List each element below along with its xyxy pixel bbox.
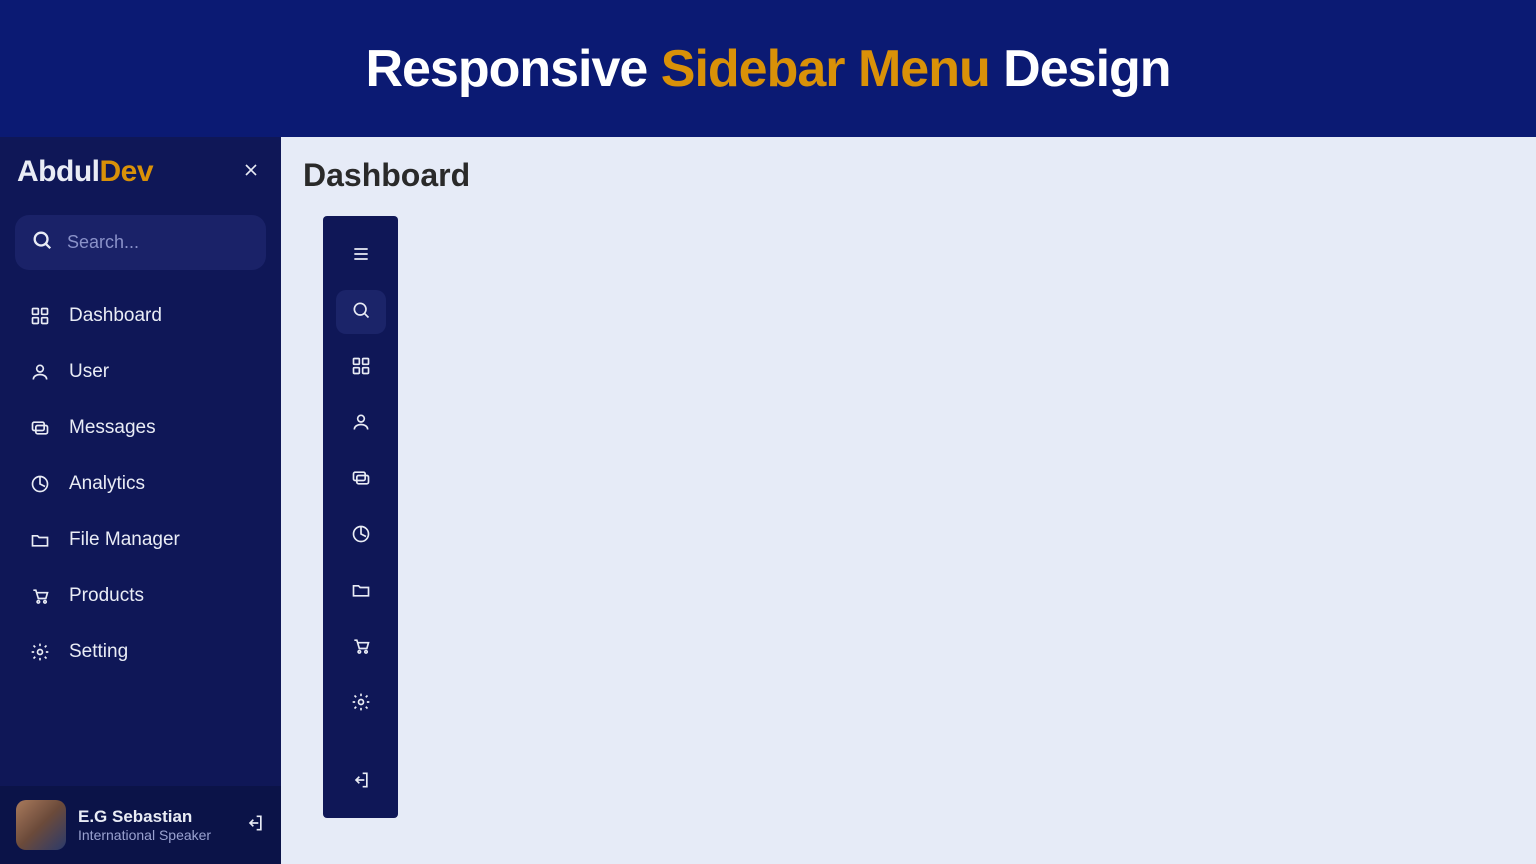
mini-item-analytics[interactable] — [336, 514, 386, 558]
banner-title-post: Design — [990, 40, 1171, 98]
messages-icon — [351, 468, 371, 493]
dashboard-icon — [29, 305, 51, 327]
content-area: Dashboard — [281, 137, 1536, 864]
logo: AbdulDev — [17, 155, 153, 189]
dashboard-icon — [351, 356, 371, 381]
analytics-icon — [351, 524, 371, 549]
sidebar-item-file-manager[interactable]: File Manager — [15, 512, 266, 568]
mini-item-products[interactable] — [336, 626, 386, 670]
sidebar-item-label: Analytics — [69, 473, 145, 495]
banner-title: Responsive Sidebar Menu Design — [365, 39, 1170, 99]
sidebar-item-products[interactable]: Products — [15, 568, 266, 624]
user-icon — [351, 412, 371, 437]
mini-logout-button[interactable] — [336, 760, 386, 804]
user-name: E.G Sebastian — [78, 807, 233, 827]
sidebar-item-user[interactable]: User — [15, 344, 266, 400]
sidebar-item-label: User — [69, 361, 109, 383]
user-icon — [29, 361, 51, 383]
mini-item-file-manager[interactable] — [336, 570, 386, 614]
gear-icon — [29, 641, 51, 663]
sidebar-item-label: File Manager — [69, 529, 180, 551]
hamburger-icon — [351, 244, 371, 269]
folder-icon — [351, 580, 371, 605]
mini-item-messages[interactable] — [336, 458, 386, 502]
sidebar-item-label: Messages — [69, 417, 156, 439]
logo-part-2: Dev — [99, 155, 153, 188]
search-container[interactable] — [15, 215, 266, 270]
mini-item-user[interactable] — [336, 402, 386, 446]
page-title: Dashboard — [303, 157, 1514, 194]
avatar — [16, 800, 66, 850]
top-banner: Responsive Sidebar Menu Design — [0, 0, 1536, 137]
search-input[interactable] — [67, 232, 250, 253]
sidebar-header: AbdulDev — [0, 137, 281, 199]
close-icon — [241, 160, 261, 185]
sidebar-nav: Dashboard User Messages Analytics File M… — [0, 278, 281, 786]
sidebar-item-label: Products — [69, 585, 144, 607]
sidebar-item-setting[interactable]: Setting — [15, 624, 266, 680]
gear-icon — [351, 692, 371, 717]
sidebar-footer: E.G Sebastian International Speaker — [0, 786, 281, 864]
user-role: International Speaker — [78, 827, 233, 843]
messages-icon — [29, 417, 51, 439]
logo-part-1: Abdul — [17, 155, 99, 188]
sidebar-expanded: AbdulDev Dashboard User Messages — [0, 137, 281, 864]
logout-icon — [245, 820, 265, 837]
mini-toggle-button[interactable] — [336, 234, 386, 278]
analytics-icon — [29, 473, 51, 495]
sidebar-item-label: Setting — [69, 641, 128, 663]
sidebar-item-dashboard[interactable]: Dashboard — [15, 288, 266, 344]
search-icon — [351, 300, 371, 325]
sidebar-item-messages[interactable]: Messages — [15, 400, 266, 456]
close-sidebar-button[interactable] — [241, 160, 261, 184]
sidebar-collapsed — [323, 216, 398, 818]
user-info: E.G Sebastian International Speaker — [78, 807, 233, 843]
sidebar-item-label: Dashboard — [69, 305, 162, 327]
cart-icon — [29, 585, 51, 607]
mini-item-dashboard[interactable] — [336, 346, 386, 390]
mini-item-setting[interactable] — [336, 682, 386, 726]
logout-button[interactable] — [245, 813, 265, 838]
cart-icon — [351, 636, 371, 661]
logout-icon — [351, 770, 371, 795]
banner-title-accent: Sidebar Menu — [661, 40, 990, 98]
search-icon — [31, 229, 53, 256]
folder-icon — [29, 529, 51, 551]
banner-title-pre: Responsive — [365, 40, 660, 98]
sidebar-item-analytics[interactable]: Analytics — [15, 456, 266, 512]
mini-search-button[interactable] — [336, 290, 386, 334]
